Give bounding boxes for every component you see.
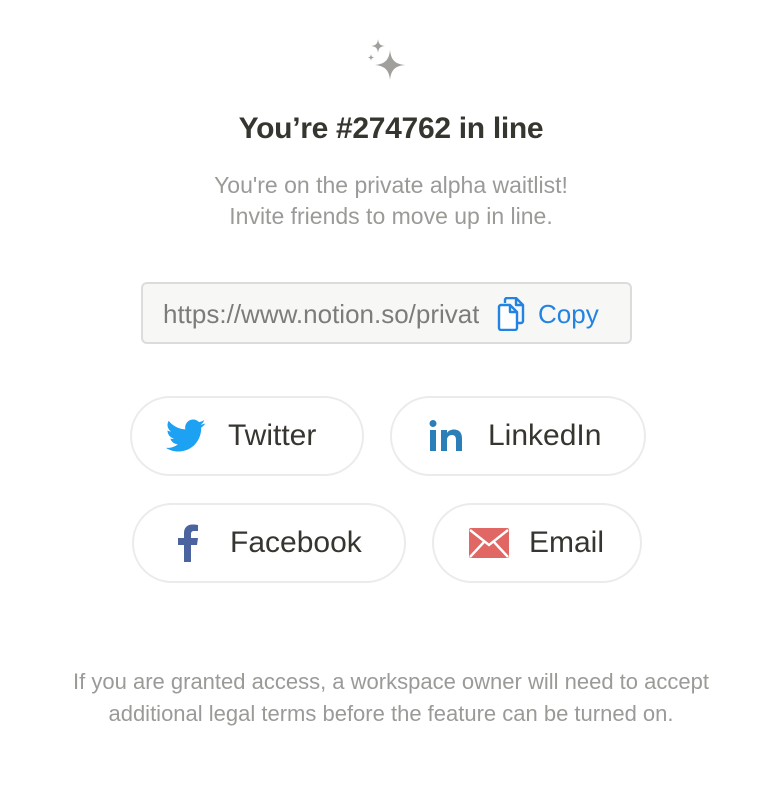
subtitle: You're on the private alpha waitlist! In… (0, 170, 782, 232)
facebook-label: Facebook (230, 526, 362, 559)
subtitle-line-2: Invite friends to move up in line. (229, 203, 553, 229)
facebook-icon (176, 524, 200, 562)
copy-label: Copy (538, 298, 599, 329)
invite-link-box: Copy (141, 282, 632, 344)
legal-footnote: If you are granted access, a workspace o… (73, 669, 709, 726)
copy-icon (497, 297, 525, 331)
facebook-share-button[interactable]: Facebook (132, 503, 406, 583)
linkedin-icon (428, 419, 464, 453)
sparkle-icon (367, 39, 405, 80)
twitter-share-button[interactable]: Twitter (130, 396, 364, 476)
envelope-icon (469, 528, 509, 558)
subtitle-line-1: You're on the private alpha waitlist! (214, 172, 568, 198)
waitlist-panel: You’re #274762 in line You're on the pri… (0, 0, 782, 794)
twitter-label: Twitter (228, 419, 317, 452)
copy-button[interactable]: Copy (496, 294, 599, 334)
linkedin-share-button[interactable]: LinkedIn (390, 396, 646, 476)
email-share-button[interactable]: Email (432, 503, 642, 583)
email-label: Email (529, 526, 605, 559)
linkedin-label: LinkedIn (488, 419, 602, 452)
twitter-icon (166, 419, 206, 453)
invite-link-input[interactable] (163, 298, 479, 330)
page-title: You’re #274762 in line (238, 112, 544, 145)
